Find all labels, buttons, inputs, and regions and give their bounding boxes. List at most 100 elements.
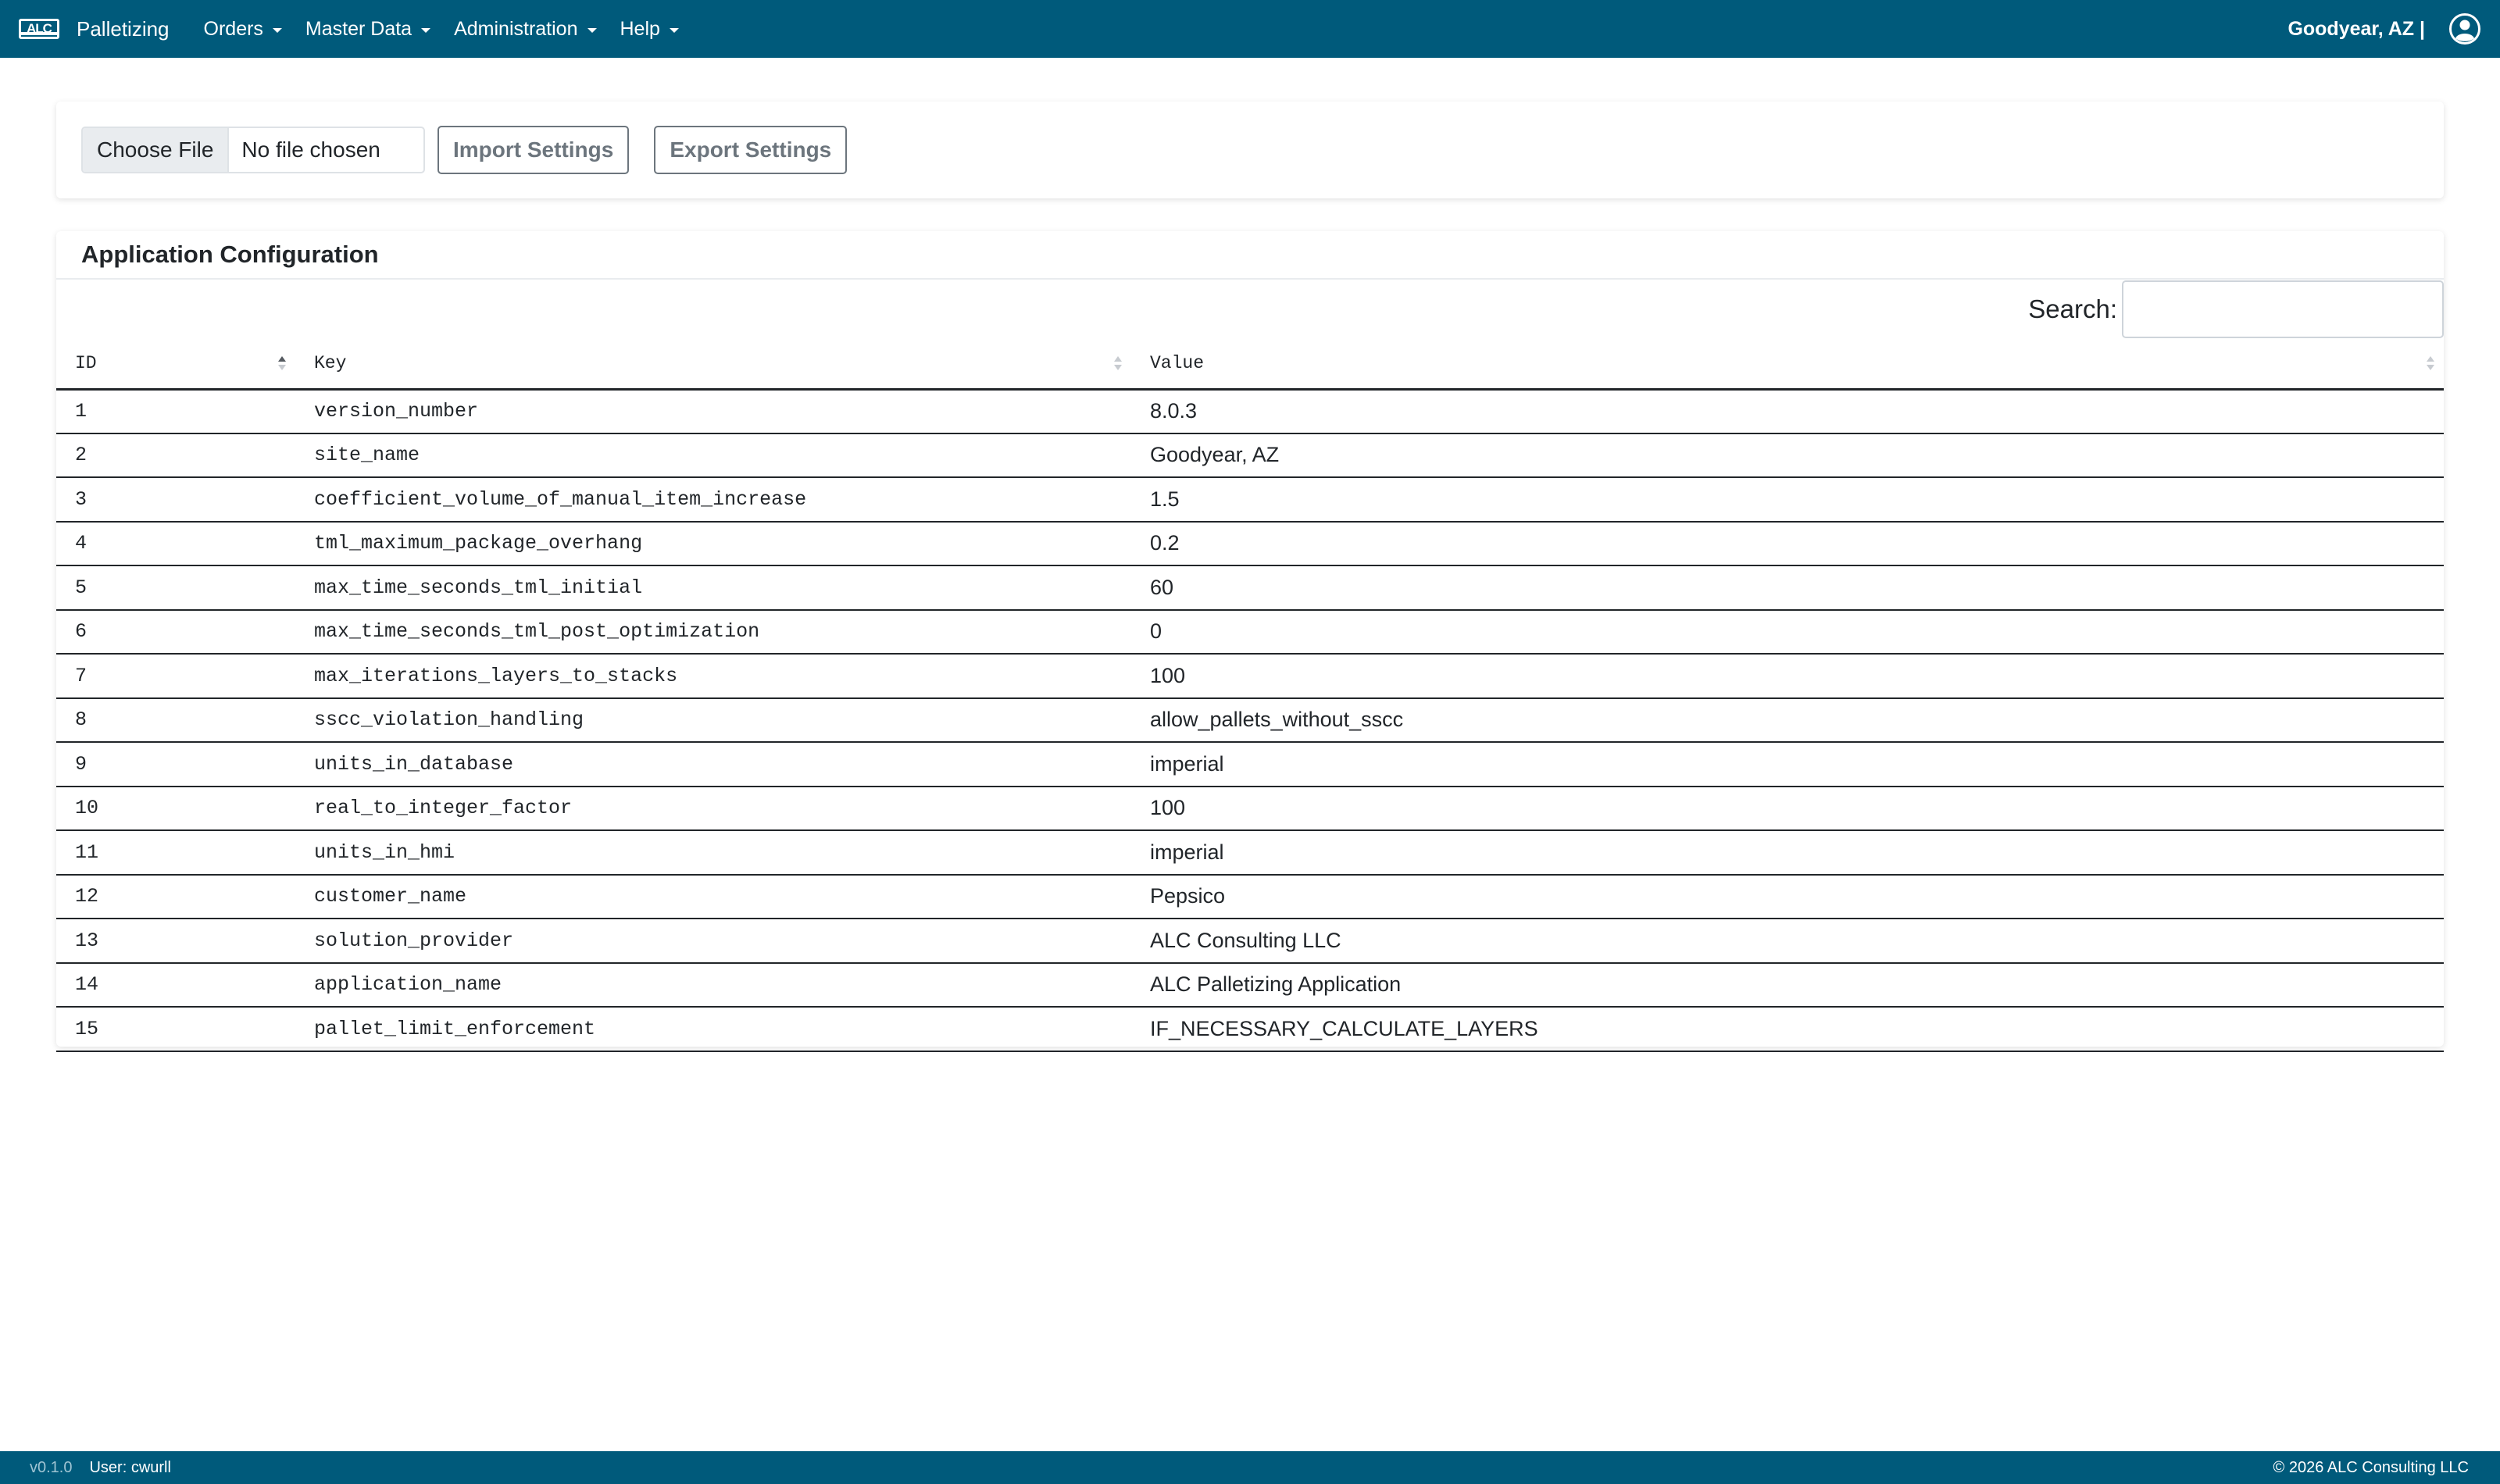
search-input[interactable] xyxy=(2122,280,2444,338)
cell-id: 5 xyxy=(56,565,295,611)
cell-key: pallet_limit_enforcement xyxy=(295,1007,1131,1052)
cell-key: units_in_database xyxy=(295,742,1131,787)
cell-id: 2 xyxy=(56,433,295,478)
cell-value: allow_pallets_without_sscc xyxy=(1131,697,2444,743)
cell-key: max_iterations_layers_to_stacks xyxy=(295,654,1131,699)
nav-master-data[interactable]: Master Data xyxy=(305,17,431,41)
cell-id: 3 xyxy=(56,477,295,523)
cell-value: 60 xyxy=(1131,565,2444,611)
table-row[interactable]: 11 units_in_hmi imperial xyxy=(56,830,2444,876)
cell-key: max_time_seconds_tml_initial xyxy=(295,565,1131,611)
table-row[interactable]: 14 application_name ALC Palletizing Applic… xyxy=(56,962,2444,1008)
table-row[interactable]: 6 max_time_seconds_tml_post_optimization 0 xyxy=(56,609,2444,655)
user-label: User: cwurll xyxy=(89,1458,171,1476)
table-row[interactable]: 5 max_time_seconds_tml_initial 60 xyxy=(56,565,2444,611)
column-header-id[interactable]: ID xyxy=(56,339,295,391)
cell-id: 1 xyxy=(56,389,295,434)
sort-ascending-icon xyxy=(278,356,286,371)
cell-id: 15 xyxy=(56,1007,295,1052)
table-row[interactable]: 4 tml_maximum_package_overhang 0.2 xyxy=(56,521,2444,566)
config-table: ID Key Value 1 version_number 8.0.3 2 site_n… xyxy=(56,339,2444,1052)
page-title: Application Configuration xyxy=(81,241,379,268)
file-input[interactable]: Choose File No file chosen xyxy=(81,127,425,173)
cell-value: Goodyear, AZ xyxy=(1131,433,2444,478)
cell-value: ALC Consulting LLC xyxy=(1131,919,2444,964)
cell-id: 7 xyxy=(56,654,295,699)
table-row[interactable]: 8 sscc_violation_handling allow_pallets_wi… xyxy=(56,697,2444,743)
cell-key: max_time_seconds_tml_post_optimization xyxy=(295,609,1131,655)
card-header: Application Configuration xyxy=(56,231,2444,280)
column-header-id-label: ID xyxy=(75,353,97,374)
import-settings-button[interactable]: Import Settings xyxy=(438,126,630,174)
nav-help-label: Help xyxy=(620,17,660,40)
nav-master-data-label: Master Data xyxy=(305,17,412,40)
top-navbar: ALC Palletizing Orders Master Data Admin… xyxy=(0,0,2500,58)
version-label: v0.1.0 xyxy=(30,1458,73,1476)
cell-key: sscc_violation_handling xyxy=(295,697,1131,743)
nav-menu: Orders Master Data Administration Help xyxy=(204,18,702,41)
column-header-key[interactable]: Key xyxy=(295,339,1131,391)
user-circle-icon[interactable] xyxy=(2448,12,2481,45)
column-header-value-label: Value xyxy=(1150,353,1205,374)
cell-id: 10 xyxy=(56,786,295,831)
chevron-down-icon xyxy=(669,27,679,33)
search-label: Search: xyxy=(2028,294,2117,323)
cell-id: 12 xyxy=(56,874,295,919)
nav-orders-label: Orders xyxy=(203,17,263,40)
table-row[interactable]: 15 pallet_limit_enforcement IF_NECESSARY_C… xyxy=(56,1007,2444,1052)
table-body: 1 version_number 8.0.3 2 site_name Goodyear, … xyxy=(56,389,2444,1052)
cell-value: 100 xyxy=(1131,786,2444,831)
cell-key: version_number xyxy=(295,389,1131,434)
nav-administration-label: Administration xyxy=(454,17,578,40)
file-status: No file chosen xyxy=(241,137,380,162)
cell-value: Pepsico xyxy=(1131,874,2444,919)
cell-id: 4 xyxy=(56,521,295,566)
table-row[interactable]: 3 coefficient_volume_of_manual_item_incre… xyxy=(56,477,2444,523)
import-export-card: Choose File No file chosen Import Settin… xyxy=(56,102,2444,198)
cell-id: 14 xyxy=(56,962,295,1008)
table-row[interactable]: 9 units_in_database imperial xyxy=(56,742,2444,787)
brand[interactable]: ALC Palletizing xyxy=(19,17,170,41)
search-row: Search: xyxy=(56,280,2444,339)
cell-key: application_name xyxy=(295,962,1131,1008)
cell-value: 8.0.3 xyxy=(1131,389,2444,434)
nav-orders[interactable]: Orders xyxy=(204,18,282,41)
cell-value: IF_NECESSARY_CALCULATE_LAYERS xyxy=(1131,1007,2444,1052)
cell-value: imperial xyxy=(1131,830,2444,876)
cell-key: customer_name xyxy=(295,874,1131,919)
config-card: Application Configuration Search: ID Key… xyxy=(56,231,2444,1052)
cell-id: 6 xyxy=(56,609,295,655)
column-header-key-label: Key xyxy=(314,353,347,374)
export-settings-button[interactable]: Export Settings xyxy=(654,126,848,174)
nav-administration[interactable]: Administration xyxy=(454,17,597,41)
table-row[interactable]: 12 customer_name Pepsico xyxy=(56,874,2444,919)
nav-right: Goodyear, AZ | xyxy=(2288,0,2481,58)
site-label: Goodyear, AZ | xyxy=(2288,17,2425,40)
footer: v0.1.0 User: cwurll © 2026 ALC Consultin… xyxy=(0,1451,2500,1484)
table-row[interactable]: 7 max_iterations_layers_to_stacks 100 xyxy=(56,654,2444,699)
cell-key: solution_provider xyxy=(295,919,1131,964)
chevron-down-icon xyxy=(272,27,282,33)
table-header-row: ID Key Value xyxy=(56,339,2444,391)
cell-value: 100 xyxy=(1131,654,2444,699)
cell-value: ALC Palletizing Application xyxy=(1131,962,2444,1008)
cell-value: 1.5 xyxy=(1131,477,2444,523)
copyright: © 2026 ALC Consulting LLC xyxy=(2273,1458,2469,1476)
nav-help[interactable]: Help xyxy=(620,18,679,41)
choose-file-button[interactable]: Choose File xyxy=(83,128,230,172)
table-row[interactable]: 10 real_to_integer_factor 100 xyxy=(56,786,2444,831)
cell-key: real_to_integer_factor xyxy=(295,786,1131,831)
table-row[interactable]: 13 solution_provider ALC Consulting LLC xyxy=(56,919,2444,964)
app-name[interactable]: Palletizing xyxy=(77,17,170,41)
cell-id: 8 xyxy=(56,697,295,743)
chevron-down-icon xyxy=(587,27,597,33)
cell-key: units_in_hmi xyxy=(295,830,1131,876)
cell-value: 0 xyxy=(1131,609,2444,655)
table-row[interactable]: 1 version_number 8.0.3 xyxy=(56,389,2444,434)
sort-icon xyxy=(2427,356,2434,371)
column-header-value[interactable]: Value xyxy=(1131,339,2444,391)
alc-logo-icon: ALC xyxy=(19,19,59,39)
table-row[interactable]: 2 site_name Goodyear, AZ xyxy=(56,433,2444,478)
cell-value: 0.2 xyxy=(1131,521,2444,566)
chevron-down-icon xyxy=(421,27,431,33)
